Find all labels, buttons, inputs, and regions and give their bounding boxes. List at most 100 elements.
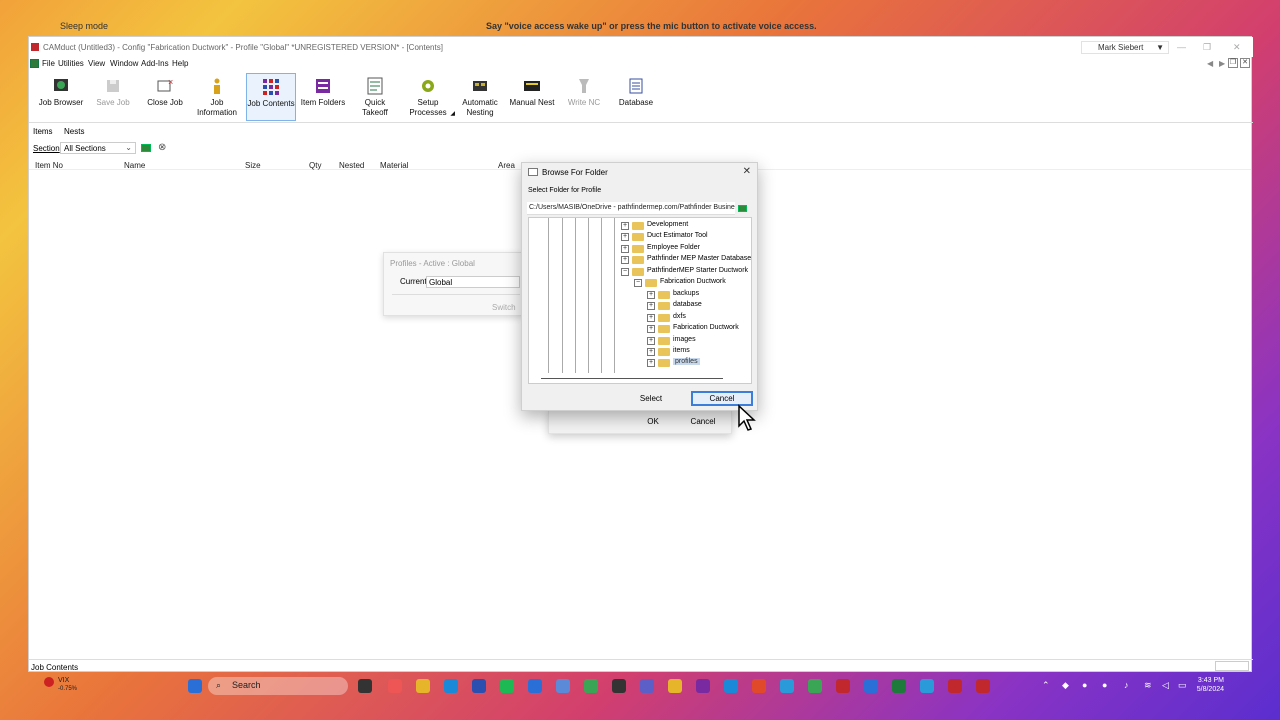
collapse-icon[interactable]: − (621, 268, 629, 276)
tray-app-icon[interactable]: ● (1102, 680, 1107, 690)
teams-icon[interactable] (640, 679, 654, 693)
expand-icon[interactable]: + (621, 245, 629, 253)
app-icon[interactable] (864, 679, 878, 693)
job-information-button[interactable]: Job Information (193, 73, 241, 121)
copilot-icon[interactable] (388, 679, 402, 693)
app-icon[interactable] (920, 679, 934, 693)
close-icon[interactable]: ✕ (1233, 42, 1241, 53)
edge-icon[interactable] (444, 679, 458, 693)
microphone-icon[interactable]: ♪ (1124, 680, 1129, 690)
column-name[interactable]: Name (124, 161, 145, 170)
system-clock[interactable]: 3:43 PM 5/8/2024 (1197, 676, 1224, 694)
quick-takeoff-button[interactable]: Quick Takeoff (351, 73, 399, 121)
expand-icon[interactable]: + (647, 348, 655, 356)
cancel-button-background[interactable]: Cancel (683, 415, 723, 429)
expand-icon[interactable]: + (621, 233, 629, 241)
nav-right-icon[interactable]: ▶ (1219, 59, 1225, 68)
battery-icon[interactable]: ▭ (1178, 680, 1187, 691)
menu-help[interactable]: Help (172, 59, 188, 68)
app-icon[interactable] (724, 679, 738, 693)
collapse-icon[interactable]: − (634, 279, 642, 287)
section-select[interactable]: All Sections ⌄ (60, 142, 136, 154)
taskbar-search[interactable]: ⌕ Search (208, 677, 348, 695)
ok-button[interactable]: OK (633, 415, 673, 429)
column-size[interactable]: Size (245, 161, 261, 170)
task-view-icon[interactable] (358, 679, 372, 693)
expand-icon[interactable]: + (647, 325, 655, 333)
save-job-button[interactable]: Save Job (89, 73, 137, 121)
expand-icon[interactable]: + (647, 302, 655, 310)
automatic-nesting-button[interactable]: Automatic Nesting (455, 73, 505, 121)
restore-child-icon[interactable]: ❐ (1228, 58, 1238, 68)
app-icon[interactable] (948, 679, 962, 693)
current-profile-select[interactable]: Global (426, 276, 520, 288)
tab-items[interactable]: Items (33, 127, 53, 136)
column-material[interactable]: Material (380, 161, 408, 170)
spotify-icon[interactable] (500, 679, 514, 693)
menu-file[interactable]: File (42, 59, 55, 68)
job-browser-button[interactable]: Job Browser (35, 73, 87, 121)
outlook-icon[interactable] (528, 679, 542, 693)
nav-left-icon[interactable]: ◀ (1207, 59, 1213, 68)
close-child-icon[interactable]: ✕ (1240, 58, 1250, 68)
app-icon[interactable] (808, 679, 822, 693)
minimize-icon[interactable]: — (1177, 42, 1186, 52)
item-folders-button[interactable]: Item Folders (299, 73, 347, 121)
expand-icon[interactable]: + (647, 291, 655, 299)
menu-add-ins[interactable]: Add-Ins (141, 59, 169, 68)
notes-icon[interactable] (668, 679, 682, 693)
select-button[interactable]: Select (620, 391, 682, 406)
excel-icon[interactable] (892, 679, 906, 693)
write-nc-button[interactable]: Write NC (559, 73, 609, 121)
tab-nests[interactable]: Nests (64, 127, 84, 136)
wifi-icon[interactable]: ≋ (1144, 680, 1152, 691)
user-dropdown[interactable]: Mark Siebert ▼ (1081, 41, 1169, 54)
chatgpt-icon[interactable] (612, 679, 626, 693)
flag-icon[interactable] (738, 205, 747, 212)
vs-code-icon[interactable] (696, 679, 710, 693)
windows-start-icon[interactable] (188, 679, 202, 693)
calculator-icon[interactable] (556, 679, 570, 693)
menu-window[interactable]: Window (110, 59, 138, 68)
flag-icon[interactable] (141, 144, 151, 152)
expand-icon[interactable]: + (621, 222, 629, 230)
database-button[interactable]: Database (611, 73, 661, 121)
expand-icon[interactable]: + (647, 314, 655, 322)
dropbox-icon[interactable]: ◆ (1062, 680, 1069, 691)
chevron-up-icon[interactable]: ⌃ (1042, 680, 1050, 691)
camduct-icon[interactable] (836, 679, 850, 693)
close-icon[interactable]: ✕ (743, 166, 751, 177)
close-job-button[interactable]: × Close Job (141, 73, 189, 121)
job-contents-button[interactable]: Job Contents (246, 73, 296, 121)
filter-icon[interactable]: ⊗ (158, 142, 166, 153)
expand-icon[interactable]: + (621, 256, 629, 264)
column-qty[interactable]: Qty (309, 161, 321, 170)
expand-icon[interactable]: + (647, 359, 655, 367)
tree-horizontal-scrollbar[interactable] (541, 378, 723, 379)
menu-view[interactable]: View (88, 59, 105, 68)
expand-icon[interactable]: + (647, 337, 655, 345)
volume-icon[interactable]: ◁ (1162, 680, 1169, 691)
column-item-no[interactable]: Item No (35, 161, 63, 170)
caret-down-icon: ▼ (1156, 43, 1164, 52)
maximize-icon[interactable]: ❐ (1203, 42, 1211, 53)
manual-nest-button[interactable]: Manual Nest (507, 73, 557, 121)
stock-icon[interactable] (44, 677, 54, 687)
switch-button[interactable]: Switch (492, 303, 516, 312)
chrome-icon[interactable] (752, 679, 766, 693)
tray-app-icon[interactable]: ● (1082, 680, 1087, 690)
menu-utilities[interactable]: Utilities (58, 59, 84, 68)
app-icon[interactable] (584, 679, 598, 693)
column-area[interactable]: Area (498, 161, 515, 170)
setup-processes-button[interactable]: Setup Processes ◢ (403, 73, 455, 121)
app-icon[interactable] (780, 679, 794, 693)
file-explorer-icon[interactable] (416, 679, 430, 693)
current-label: Current (400, 277, 427, 286)
folder-path-field[interactable]: C:/Users/MASIB/OneDrive - pathfindermep.… (527, 202, 735, 215)
folder-tree[interactable]: + Development + Duct Estimator Tool + Emplo… (528, 217, 752, 384)
column-nested[interactable]: Nested (339, 161, 364, 170)
store-icon[interactable] (472, 679, 486, 693)
section-label[interactable]: Section (33, 144, 60, 153)
camduct-active-icon[interactable] (976, 679, 990, 693)
tree-vertical-scrollbar[interactable] (751, 290, 752, 302)
